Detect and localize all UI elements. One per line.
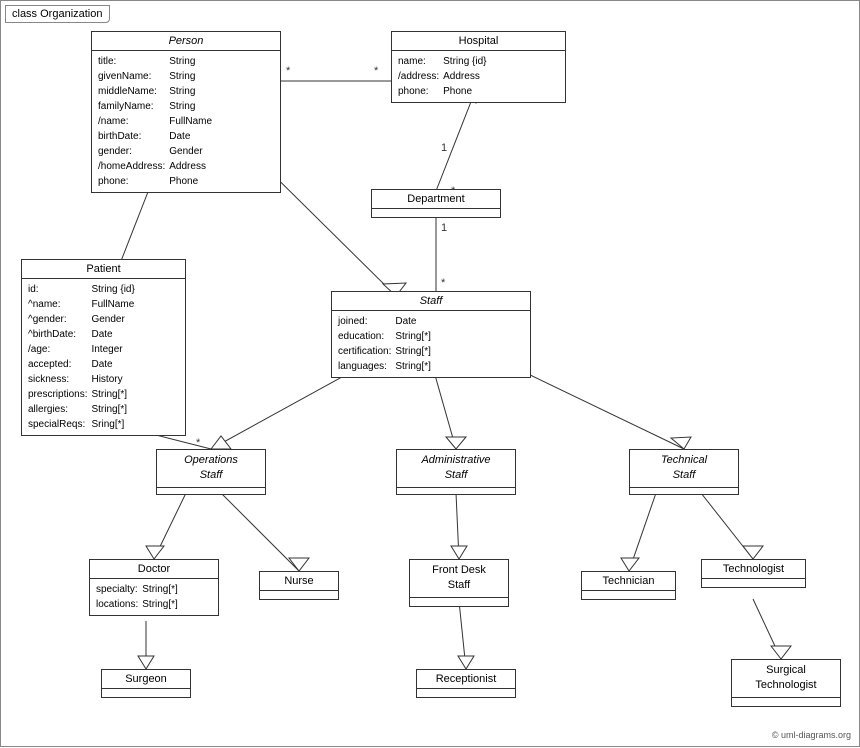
class-staff: Staff joined:Date education:String[*] ce… — [331, 291, 531, 378]
class-surgical-tech-title: SurgicalTechnologist — [732, 660, 840, 698]
class-tech-staff-title: TechnicalStaff — [630, 450, 738, 488]
class-ops-staff: OperationsStaff — [156, 449, 266, 495]
svg-text:*: * — [196, 437, 201, 449]
class-staff-title: Staff — [332, 292, 530, 311]
class-technologist-title: Technologist — [702, 560, 805, 579]
class-department-title: Department — [372, 190, 500, 209]
class-technician-title: Technician — [582, 572, 675, 591]
svg-text:1: 1 — [441, 142, 447, 154]
diagram-title: class Organization — [5, 5, 110, 23]
class-person-title: Person — [92, 32, 280, 51]
class-nurse: Nurse — [259, 571, 339, 600]
class-hospital-title: Hospital — [392, 32, 565, 51]
copyright-text: © uml-diagrams.org — [772, 730, 851, 740]
svg-text:*: * — [374, 65, 379, 77]
class-doctor-body: specialty:String[*] locations:String[*] — [90, 579, 218, 615]
class-department-body — [372, 209, 500, 217]
class-technician-body — [582, 591, 675, 599]
class-patient-body: id:String {id} ^name:FullName ^gender:Ge… — [22, 279, 185, 435]
class-surgeon: Surgeon — [101, 669, 191, 698]
class-patient: Patient id:String {id} ^name:FullName ^g… — [21, 259, 186, 436]
class-surgical-tech: SurgicalTechnologist — [731, 659, 841, 707]
class-receptionist-title: Receptionist — [417, 670, 515, 689]
class-doctor-title: Doctor — [90, 560, 218, 579]
class-nurse-body — [260, 591, 338, 599]
class-receptionist: Receptionist — [416, 669, 516, 698]
class-tech-staff-body — [630, 488, 738, 494]
svg-text:*: * — [286, 65, 291, 77]
class-admin-staff: AdministrativeStaff — [396, 449, 516, 495]
class-frontdesk-body — [410, 598, 508, 606]
class-tech-staff: TechnicalStaff — [629, 449, 739, 495]
class-ops-staff-body — [157, 488, 265, 494]
class-department: Department — [371, 189, 501, 218]
class-receptionist-body — [417, 689, 515, 697]
class-hospital-body: name:String {id} /address:Address phone:… — [392, 51, 565, 102]
class-staff-body: joined:Date education:String[*] certific… — [332, 311, 530, 377]
class-frontdesk: Front DeskStaff — [409, 559, 509, 607]
class-surgeon-body — [102, 689, 190, 697]
class-frontdesk-title: Front DeskStaff — [410, 560, 508, 598]
svg-text:*: * — [441, 277, 446, 289]
class-technician: Technician — [581, 571, 676, 600]
class-admin-staff-title: AdministrativeStaff — [397, 450, 515, 488]
class-hospital: Hospital name:String {id} /address:Addre… — [391, 31, 566, 103]
diagram-container: class Organization * * 1 * 1 * * * — [0, 0, 860, 747]
class-person-body: title:String givenName:String middleName… — [92, 51, 280, 192]
class-technologist: Technologist — [701, 559, 806, 588]
class-doctor: Doctor specialty:String[*] locations:Str… — [89, 559, 219, 616]
class-surgeon-title: Surgeon — [102, 670, 190, 689]
class-surgical-tech-body — [732, 698, 840, 706]
class-person: Person title:String givenName:String mid… — [91, 31, 281, 193]
class-technologist-body — [702, 579, 805, 587]
class-patient-title: Patient — [22, 260, 185, 279]
class-ops-staff-title: OperationsStaff — [157, 450, 265, 488]
class-nurse-title: Nurse — [260, 572, 338, 591]
svg-text:1: 1 — [441, 222, 447, 234]
class-admin-staff-body — [397, 488, 515, 494]
